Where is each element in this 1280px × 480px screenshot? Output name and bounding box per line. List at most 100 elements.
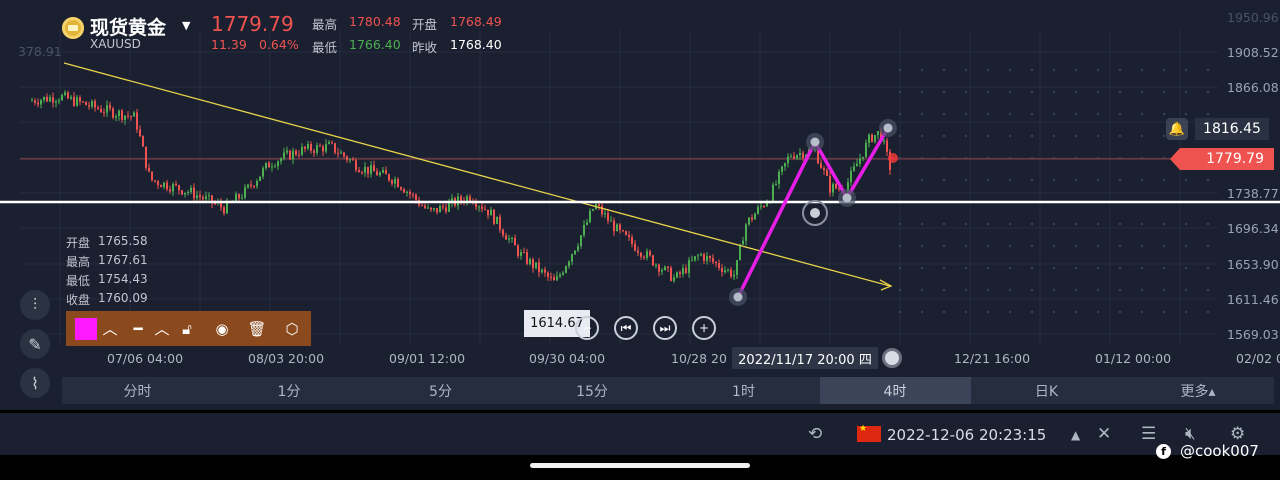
candle-body: [751, 217, 753, 220]
period-tab[interactable]: 15分: [517, 377, 668, 404]
period-tab[interactable]: 5分: [365, 377, 516, 404]
facebook-icon: f: [1156, 444, 1171, 459]
candle-body: [187, 192, 189, 194]
jump-start-icon[interactable]: ⏮︎: [614, 316, 638, 340]
candle-body: [715, 261, 717, 264]
candle-body: [178, 185, 180, 191]
trash-icon[interactable]: 🗑︎: [244, 311, 270, 346]
candle-body: [553, 277, 555, 281]
chevron-down-icon[interactable]: ▼: [182, 19, 190, 32]
ohlc-high-value: 1767.61: [98, 253, 148, 267]
grid-dot: [1030, 266, 1034, 270]
candle-body: [505, 235, 507, 240]
grid-dot: [920, 134, 924, 138]
grid-dot: [1118, 244, 1122, 248]
candle-body: [157, 181, 159, 186]
grid-dot: [1162, 222, 1166, 226]
grid-dot: [942, 90, 946, 94]
candle-body: [631, 236, 633, 244]
bell-icon[interactable]: 🔔: [1166, 118, 1188, 140]
chevron-up-icon[interactable]: ︿: [100, 311, 120, 346]
candle-body: [709, 256, 711, 258]
grid-dot: [964, 222, 968, 226]
candle-body: [349, 159, 351, 161]
candle-body: [424, 205, 426, 209]
zoom-out-icon[interactable]: −: [575, 316, 599, 340]
grid-dot: [986, 244, 990, 248]
tools-icon[interactable]: ✕: [1097, 424, 1111, 444]
period-tab[interactable]: 4时: [819, 377, 971, 404]
crosshair-handle-icon[interactable]: [882, 348, 902, 368]
grid-dot: [1030, 90, 1034, 94]
candle-body: [268, 162, 270, 168]
candle-body: [199, 195, 201, 198]
chart-panel[interactable]: 现货黄金 ▼ XAUUSD 1779.79 11.39 0.64% 最高 178…: [0, 0, 1280, 410]
candle-body: [787, 156, 789, 163]
candle-body: [619, 224, 621, 231]
grid-dot: [1074, 244, 1078, 248]
y-tick: 1569.03: [1227, 327, 1279, 342]
candle-body: [667, 266, 669, 268]
candle-body: [829, 175, 831, 193]
candle-body: [85, 101, 87, 106]
candle-body: [868, 134, 870, 143]
candle-body: [601, 205, 603, 215]
color-swatch[interactable]: [75, 318, 97, 340]
candle-body: [193, 187, 195, 199]
candle-body: [112, 108, 114, 118]
pencil-icon[interactable]: ✎: [20, 329, 50, 359]
link-icon[interactable]: ⟲: [808, 424, 822, 444]
grid-dot: [1118, 134, 1122, 138]
candle-body: [148, 167, 150, 172]
period-tab[interactable]: 分时: [62, 377, 213, 404]
grid-dot: [1140, 178, 1144, 182]
indicator-icon[interactable]: ⌇: [20, 368, 50, 398]
candle-body: [340, 152, 342, 154]
candle-body: [832, 184, 834, 193]
candle-body: [559, 274, 561, 277]
candle-body: [388, 174, 390, 181]
candle-body: [874, 134, 876, 142]
mute-icon[interactable]: 🔇︎: [1185, 424, 1196, 444]
eye-icon[interactable]: ◉: [208, 311, 236, 346]
period-tab[interactable]: 1时: [668, 377, 819, 404]
zoom-in-icon[interactable]: +: [692, 316, 716, 340]
line-style-icon[interactable]: ━: [124, 311, 152, 346]
candle-body: [736, 260, 738, 275]
candle-body: [598, 204, 600, 206]
settings-icon[interactable]: ⬡: [278, 311, 306, 346]
candle-body: [262, 168, 264, 177]
x-tick: 09/01 12:00: [389, 351, 466, 366]
period-tab[interactable]: 1分: [214, 377, 365, 404]
candle-body: [640, 252, 642, 257]
alert-price-label[interactable]: 1816.45: [1195, 118, 1269, 140]
candle-body: [205, 196, 207, 200]
chevron-up-icon[interactable]: ︿: [152, 311, 172, 346]
candle-body: [322, 146, 324, 152]
candle-body: [568, 261, 570, 267]
menu-list-icon[interactable]: ☰: [1141, 424, 1156, 444]
candle-body: [859, 158, 861, 164]
candlestick-chart[interactable]: [0, 0, 1280, 410]
candle-body: [556, 276, 558, 281]
candle-body: [490, 209, 492, 216]
candle-body: [511, 237, 513, 239]
grid-dot: [1008, 288, 1012, 292]
unlock-icon[interactable]: 🔓︎: [175, 311, 199, 346]
jump-end-icon[interactable]: ⏭︎: [653, 316, 677, 340]
grid-dot: [920, 288, 924, 292]
candle-body: [145, 146, 147, 168]
home-indicator[interactable]: [530, 463, 750, 468]
candlestick-icon[interactable]: ⫶: [20, 290, 50, 320]
candle-body: [169, 189, 171, 192]
caret-up-icon[interactable]: ▲: [1071, 428, 1080, 442]
symbol-name[interactable]: 现货黄金: [90, 13, 166, 40]
grid-dot: [1008, 68, 1012, 72]
candle-body: [79, 97, 81, 102]
gear-icon[interactable]: ⚙: [1230, 424, 1245, 444]
period-tab[interactable]: 更多▴: [1123, 377, 1274, 404]
candle-body: [373, 165, 375, 172]
candle-body: [175, 183, 177, 186]
ohlc-open-label: 开盘: [66, 236, 91, 250]
period-tab[interactable]: 日K: [971, 377, 1122, 404]
